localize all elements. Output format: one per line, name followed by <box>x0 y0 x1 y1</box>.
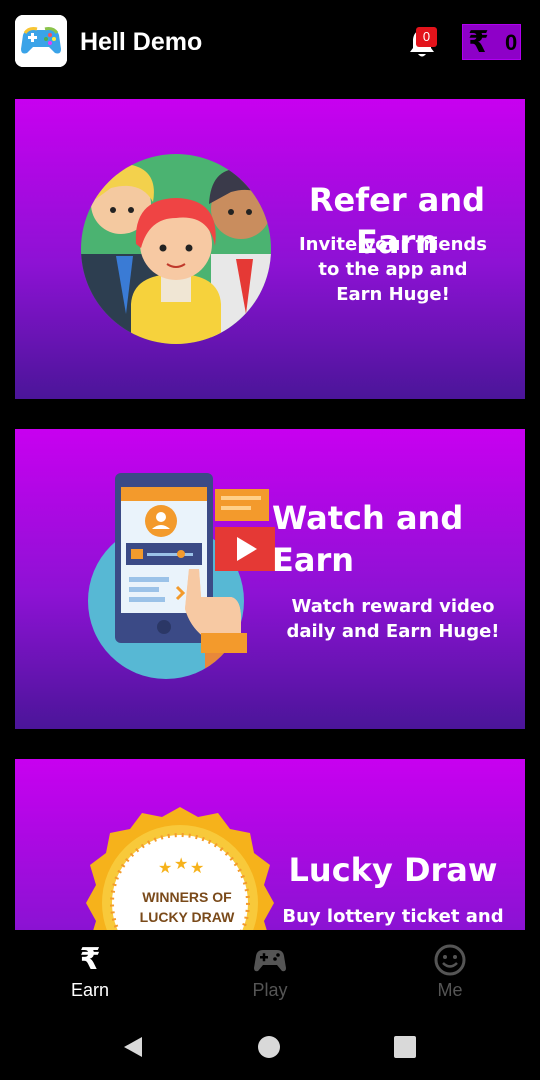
card-description: Watch reward video daily and Earn Huge! <box>286 596 500 642</box>
recents-icon[interactable] <box>393 1035 417 1059</box>
notification-badge: 0 <box>416 27 437 47</box>
nav-item-earn[interactable]: ₹ Earn <box>0 930 180 1012</box>
gamepad-icon <box>254 950 286 972</box>
wallet-button[interactable]: ₹ 0 <box>462 24 521 60</box>
badge-text-line-2: LUCKY DRAW <box>139 909 235 925</box>
card-title-line-2: Earn <box>272 541 355 579</box>
back-icon[interactable] <box>120 1034 146 1060</box>
nav-item-play[interactable]: Play <box>180 930 360 1012</box>
svg-text:★: ★ <box>158 858 172 877</box>
nav-label-play: Play <box>252 980 288 1000</box>
lucky-draw-card[interactable]: ★ ★ ★ WINNERS OF LUCKY DRAW Lucky Draw B… <box>15 759 525 930</box>
system-navigation-bar <box>0 1012 540 1080</box>
people-group-icon <box>81 154 271 344</box>
nav-label-earn: Earn <box>70 980 110 1000</box>
card-description: Buy lottery ticket and <box>282 906 504 927</box>
home-icon[interactable] <box>257 1035 281 1059</box>
refer-and-earn-card[interactable]: Refer and Earn Invite your friends to th… <box>15 99 525 399</box>
card-title: Lucky Draw <box>288 851 498 889</box>
bottom-navigation: ₹ Earn Play Me <box>0 930 540 1012</box>
nav-item-me[interactable]: Me <box>360 930 540 1012</box>
svg-text:★: ★ <box>190 858 204 877</box>
rupee-icon: ₹ <box>79 942 101 977</box>
card-title-line-1: Watch and <box>272 499 464 537</box>
phone-video-icon <box>88 473 275 679</box>
app-header: Hell Demo 0 ₹ 0 <box>0 0 540 84</box>
wallet-balance: 0 <box>505 30 518 55</box>
app-logo-icon[interactable] <box>15 15 67 67</box>
rupee-icon: ₹ <box>468 25 489 60</box>
smiley-icon <box>434 944 466 976</box>
app-title: Hell Demo <box>80 28 203 56</box>
earn-content: Refer and Earn Invite your friends to th… <box>0 84 540 930</box>
svg-text:★: ★ <box>174 854 188 873</box>
watch-and-earn-card[interactable]: Watch and Earn Watch reward video daily … <box>15 429 525 729</box>
nav-label-me: Me <box>437 980 463 1000</box>
card-description: Invite your friends to the app and Earn … <box>298 234 488 305</box>
badge-text-line-1: WINNERS OF <box>142 889 232 905</box>
